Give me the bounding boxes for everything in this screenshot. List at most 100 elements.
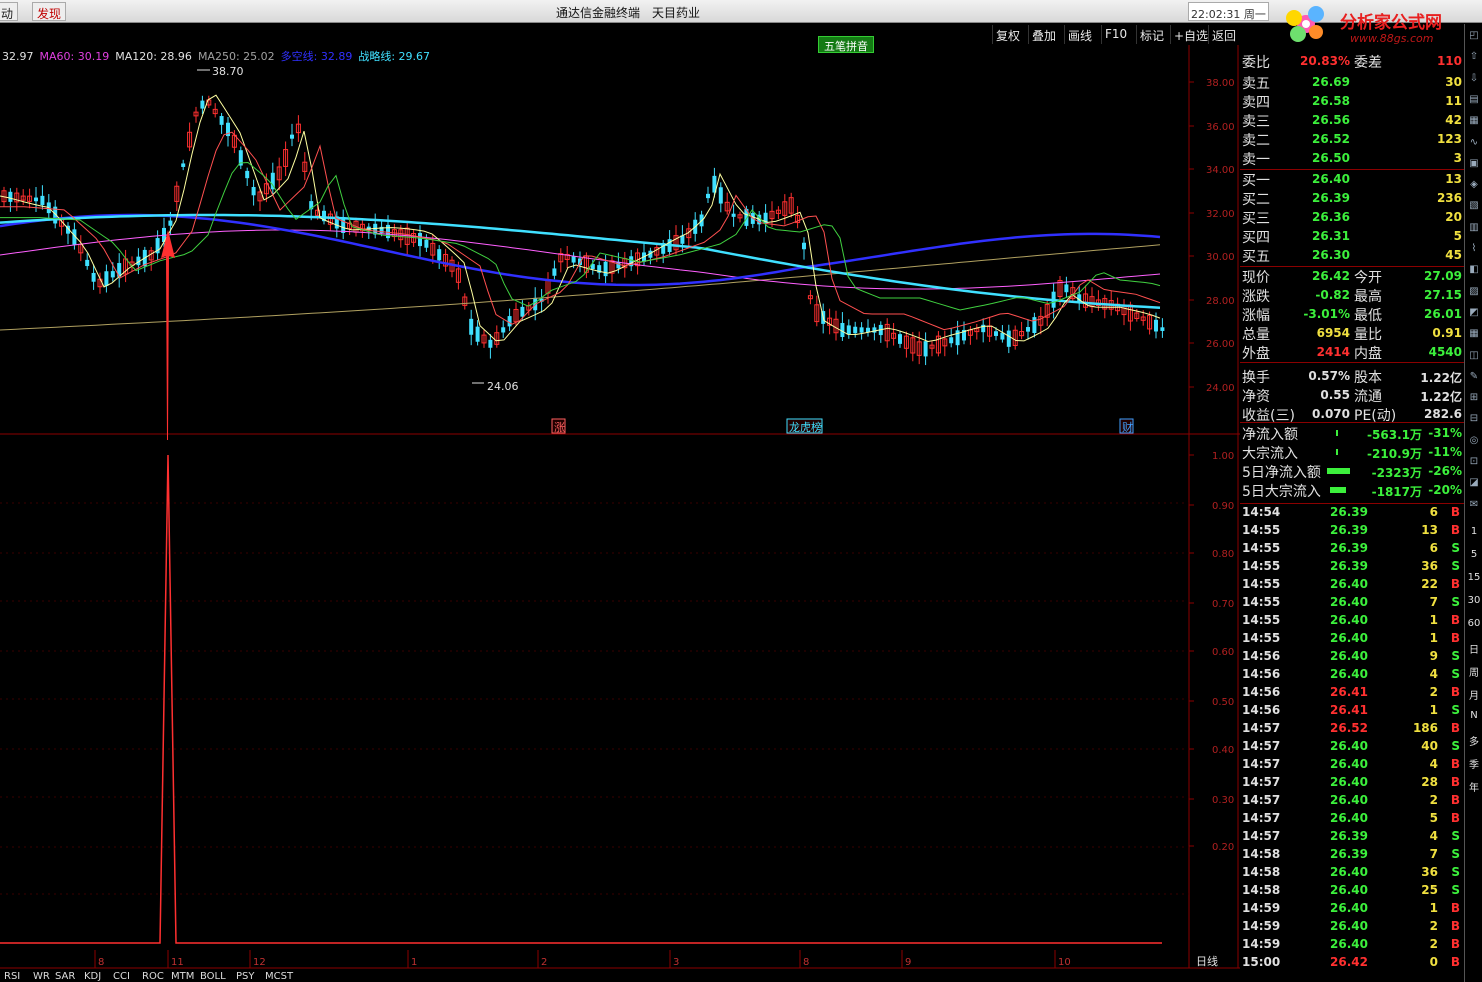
candle-body (501, 327, 506, 333)
toolbar-button[interactable]: 返回 (1208, 25, 1239, 44)
stat-label: 净资 (1242, 389, 1270, 405)
tick-volume: 1 (1429, 613, 1438, 627)
indicator-tab[interactable]: ROC (142, 971, 164, 982)
tick-volume: 2 (1429, 937, 1438, 951)
indicator-tab[interactable]: WR (33, 971, 50, 982)
period-button[interactable]: 日 (1466, 641, 1482, 659)
period-button[interactable]: 5 (1466, 549, 1482, 567)
period-label[interactable]: 日线 (1196, 953, 1218, 969)
side-tool-icon[interactable]: ▦ (1466, 115, 1482, 133)
quote-label: 委差 (1354, 55, 1382, 71)
tick-row: 14:59 26.40 2 B (1242, 937, 1462, 955)
period-button[interactable]: 月 (1466, 687, 1482, 705)
toolbar-button[interactable]: 画线 (1064, 25, 1095, 44)
side-tool-icon[interactable]: ◩ (1466, 307, 1482, 325)
stat-value: 0.55 (1320, 388, 1350, 402)
candle-body (181, 163, 186, 167)
tick-side: B (1450, 775, 1460, 789)
period-button[interactable]: 1 (1466, 526, 1482, 544)
indicator-tab[interactable]: PSY (236, 971, 255, 982)
indicator-tab[interactable]: BOLL (200, 971, 226, 982)
side-tool-icon[interactable]: ▨ (1466, 286, 1482, 304)
side-tool-icon[interactable]: ◧ (1466, 264, 1482, 282)
tick-volume: 1 (1429, 631, 1438, 645)
tick-row: 14:55 26.39 13 B (1242, 523, 1462, 541)
indicator-tab[interactable]: CCI (113, 971, 130, 982)
tick-row: 14:55 26.40 1 B (1242, 631, 1462, 649)
tick-row: 14:55 26.40 1 B (1242, 613, 1462, 631)
tick-volume: 1 (1429, 703, 1438, 717)
candle-body (802, 242, 806, 250)
stat-value: -3.01% (1303, 307, 1350, 321)
side-tool-icon[interactable]: ◪ (1466, 477, 1482, 495)
candle-body (8, 191, 13, 202)
side-tool-icon[interactable]: ⊟ (1466, 413, 1482, 431)
side-tool-icon[interactable]: ◫ (1466, 350, 1482, 368)
vol-axis-label: 1.00 (1212, 451, 1234, 462)
period-button[interactable]: 年 (1466, 779, 1482, 797)
flow-pct: -31% (1428, 426, 1462, 440)
side-tool-icon[interactable]: ▤ (1466, 94, 1482, 112)
candle-body (1026, 327, 1030, 332)
period-button[interactable]: 60 (1466, 618, 1482, 636)
date-tick-label: 11 (171, 957, 184, 968)
side-tool-icon[interactable]: ▣ (1466, 158, 1482, 176)
indicator-tab[interactable]: MCST (265, 971, 293, 982)
tick-volume: 13 (1421, 523, 1438, 537)
side-tool-icon[interactable]: ◎ (1466, 435, 1482, 453)
tick-row: 14:54 26.39 6 B (1242, 505, 1462, 523)
period-button[interactable]: N (1466, 710, 1482, 728)
toolbar-button[interactable]: +自选 (1170, 25, 1211, 44)
indicator-tab[interactable]: MTM (171, 971, 194, 982)
period-button[interactable]: 多 (1466, 733, 1482, 751)
indicator-tab[interactable]: KDJ (84, 971, 101, 982)
tick-row: 14:59 26.40 2 B (1242, 919, 1462, 937)
side-tool-icon[interactable]: ⇧ (1466, 51, 1482, 69)
side-tool-icon[interactable]: ✎ (1466, 371, 1482, 389)
side-tool-icon[interactable]: ⊡ (1466, 456, 1482, 474)
tick-side: B (1450, 721, 1460, 735)
side-tool-icon[interactable]: ⇩ (1466, 73, 1482, 91)
candle-body (437, 249, 442, 261)
stat-label: 外盘 (1242, 346, 1270, 362)
candle-body (846, 325, 851, 335)
toolbar-button[interactable]: F10 (1101, 25, 1130, 44)
flow-pct: -11% (1428, 445, 1462, 459)
toolbar-button[interactable]: 标记 (1136, 25, 1167, 44)
tick-time: 14:55 (1242, 613, 1281, 627)
kline-chart[interactable]: 38.00 36.00 34.00 32.00 30.00 28.00 26.00 24.00… (0, 0, 1240, 982)
candle-body (520, 306, 525, 317)
tick-side: S (1451, 865, 1460, 879)
side-tool-icon[interactable]: ✉ (1466, 499, 1482, 517)
tick-volume: 6 (1429, 505, 1438, 519)
toolbar-button[interactable]: 复权 (992, 25, 1023, 44)
quote-label: 卖二 (1242, 133, 1270, 149)
quote-volume: 13 (1445, 172, 1462, 186)
indicator-tab[interactable]: SAR (55, 971, 75, 982)
side-tool-icon[interactable]: ▧ (1466, 200, 1482, 218)
period-button[interactable]: 周 (1466, 664, 1482, 682)
stat-value: 26.42 (1312, 269, 1350, 283)
period-button[interactable]: 15 (1466, 572, 1482, 590)
tick-time: 14:57 (1242, 757, 1281, 771)
side-tool-icon[interactable]: ∿ (1466, 137, 1482, 155)
side-tool-icon[interactable]: ◈ (1466, 179, 1482, 197)
tick-side: B (1450, 919, 1460, 933)
flow-label: 大宗流入 (1242, 446, 1298, 462)
side-tool-icon[interactable]: ◰ (1466, 30, 1482, 48)
stat-value: 27.09 (1424, 269, 1462, 283)
candle-body (475, 326, 480, 342)
indicator-tab[interactable]: RSI (4, 971, 20, 982)
side-tool-icon[interactable]: ▦ (1466, 328, 1482, 346)
period-button[interactable]: 季 (1466, 756, 1482, 774)
tick-row: 14:56 26.41 1 S (1242, 703, 1462, 721)
side-tool-icon[interactable]: ⌇ (1466, 243, 1482, 261)
vol-axis-label: 0.20 (1212, 842, 1234, 853)
tick-time: 14:57 (1242, 775, 1281, 789)
period-button[interactable]: 30 (1466, 595, 1482, 613)
tick-price: 26.52 (1330, 721, 1368, 735)
toolbar-button[interactable]: 叠加 (1028, 25, 1059, 44)
quote-volume: 20 (1445, 210, 1462, 224)
side-tool-icon[interactable]: ⊞ (1466, 392, 1482, 410)
side-tool-icon[interactable]: ▥ (1466, 222, 1482, 240)
